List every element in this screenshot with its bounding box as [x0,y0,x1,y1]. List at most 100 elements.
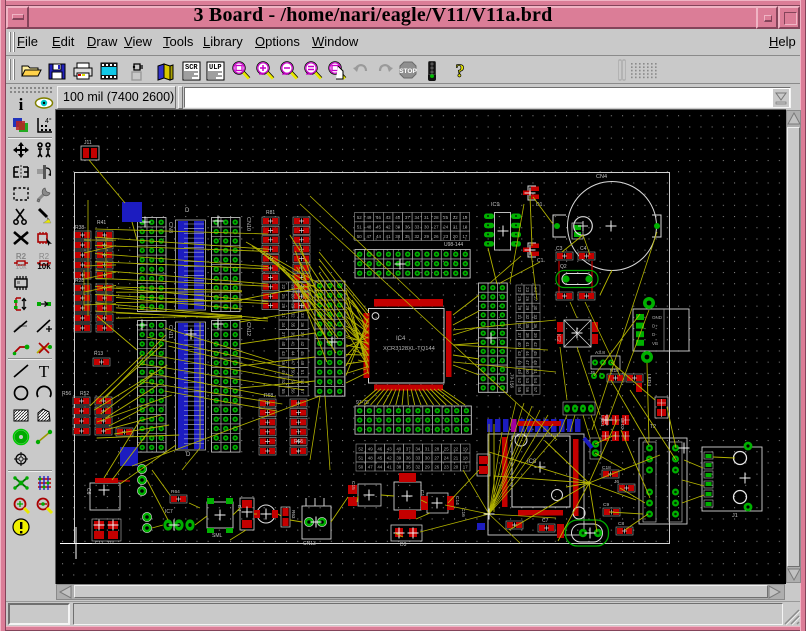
svg-text:49: 49 [368,447,373,452]
svg-text:42: 42 [387,456,392,461]
svg-text:21: 21 [453,225,458,230]
svg-text:J6: J6 [614,479,619,485]
svg-text:22: 22 [517,287,522,292]
svg-text:79-156: 79-156 [510,374,515,389]
svg-text:20: 20 [453,465,458,470]
svg-text:44: 44 [525,351,530,356]
svg-text:44: 44 [376,234,381,239]
svg-text:IC9: IC9 [491,202,500,208]
svg-text:56: 56 [525,387,530,392]
svg-text:36: 36 [300,322,305,327]
svg-text:23: 23 [443,234,448,239]
svg-text:U98-144: U98-144 [444,242,463,248]
svg-text:R65: R65 [294,439,303,445]
svg-text:R13: R13 [94,351,103,357]
svg-text:CN13: CN13 [303,541,316,547]
svg-text:R81: R81 [266,210,275,216]
svg-text:31: 31 [424,215,429,220]
svg-text:23: 23 [444,465,449,470]
svg-text:19: 19 [462,215,467,220]
svg-text:32: 32 [415,465,420,470]
svg-text:30: 30 [533,305,538,310]
svg-text:28: 28 [517,305,522,310]
svg-text:XCR3128XL-TQ144: XCR3128XL-TQ144 [383,346,436,352]
svg-text:45: 45 [376,225,381,230]
svg-text:4°: 4° [45,117,52,125]
svg-text:C12: C12 [95,540,104,545]
svg-text:24: 24 [444,456,449,461]
svg-text:35: 35 [291,322,296,327]
svg-text:28: 28 [434,215,439,220]
svg-text:47: 47 [525,360,530,365]
svg-text:43: 43 [387,447,392,452]
svg-text:47: 47 [366,234,371,239]
svg-text:10k: 10k [15,264,27,271]
svg-text:33: 33 [415,456,420,461]
svg-text:25: 25 [517,296,522,301]
svg-text:18: 18 [463,456,468,461]
svg-text:10k: 10k [37,262,51,271]
svg-text:50: 50 [357,234,362,239]
svg-text:34: 34 [517,323,522,328]
svg-text:43: 43 [386,215,391,220]
svg-text:C9: C9 [603,502,609,508]
svg-text:R28: R28 [75,278,84,284]
svg-text:25: 25 [281,294,286,299]
svg-text:51: 51 [358,456,363,461]
svg-text:54: 54 [533,378,538,383]
svg-text:C3: C3 [556,246,563,252]
svg-text:R2: R2 [16,252,27,261]
svg-text:36: 36 [406,456,411,461]
svg-text:40: 40 [396,447,401,452]
svg-text:LED1: LED1 [600,415,605,427]
svg-text:LED2: LED2 [620,418,625,430]
svg-text:24: 24 [443,225,448,230]
svg-text:21: 21 [453,456,458,461]
svg-text:CN12: CN12 [245,322,251,336]
svg-text:IC2: IC2 [555,334,561,342]
svg-text:41: 41 [291,341,296,346]
svg-text:40: 40 [395,215,400,220]
svg-text:25: 25 [444,447,449,452]
svg-text:42: 42 [386,225,391,230]
svg-text:27: 27 [434,456,439,461]
svg-text:19: 19 [463,447,468,452]
svg-text:CN11: CN11 [167,325,173,339]
svg-text:50: 50 [358,465,363,470]
svg-text:31: 31 [281,313,286,318]
svg-text:35: 35 [525,323,530,328]
svg-text:47: 47 [368,465,373,470]
svg-text:D: D [186,452,191,458]
svg-text:29: 29 [425,465,430,470]
svg-text:31: 31 [517,314,522,319]
svg-text:35: 35 [405,234,410,239]
svg-text:40: 40 [517,342,522,347]
svg-text:D: D [185,208,190,214]
svg-text:A3.8: A3.8 [595,350,605,356]
svg-text:CN4: CN4 [596,174,607,180]
svg-text:IC7: IC7 [165,509,173,515]
svg-text:C18: C18 [602,465,611,471]
svg-text:53: 53 [525,378,530,383]
svg-text:46: 46 [517,360,522,365]
svg-text:32: 32 [525,314,530,319]
svg-text:ULP: ULP [209,64,222,72]
svg-text:41: 41 [386,234,391,239]
svg-text:C14: C14 [454,496,460,505]
svg-text:23: 23 [525,287,530,292]
svg-text:STOP: STOP [399,68,417,75]
svg-text:32: 32 [291,313,296,318]
svg-text:IC4: IC4 [396,336,406,342]
svg-text:48: 48 [366,225,371,230]
svg-text:45: 45 [300,351,305,356]
svg-text:26: 26 [434,465,439,470]
svg-text:33: 33 [300,313,305,318]
svg-text:30: 30 [425,456,430,461]
svg-text:29: 29 [525,305,530,310]
svg-text:R41: R41 [97,220,106,226]
svg-text:46: 46 [377,447,382,452]
svg-text:17: 17 [462,234,467,239]
svg-text:VB: VB [652,341,658,346]
svg-text:52: 52 [358,447,363,452]
svg-text:46: 46 [376,215,381,220]
